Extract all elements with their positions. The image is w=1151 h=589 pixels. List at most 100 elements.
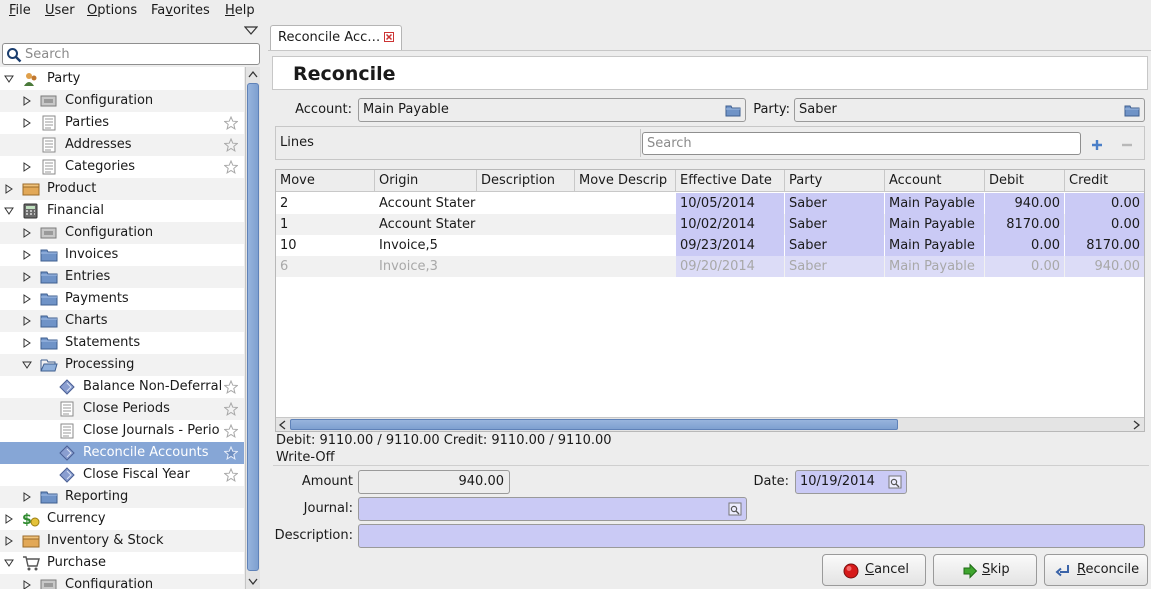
reconcile-button[interactable]: Reconcile <box>1044 554 1148 586</box>
date-field[interactable]: 10/19/2014 <box>795 470 907 494</box>
sidebar-item[interactable]: Addresses <box>0 134 244 156</box>
favorite-star-icon[interactable] <box>224 446 238 460</box>
scroll-down-icon[interactable] <box>248 576 258 586</box>
collapsed-arrow-icon[interactable] <box>22 316 32 326</box>
expanded-arrow-icon[interactable] <box>4 558 14 568</box>
table-hscroll-thumb[interactable] <box>290 419 898 430</box>
sidebar-item[interactable]: Payments <box>0 288 244 310</box>
lines-search-box[interactable] <box>642 132 1081 155</box>
column-header[interactable]: Origin <box>375 170 477 192</box>
menu-file[interactable]: File <box>9 3 31 19</box>
column-header[interactable]: Move <box>276 170 375 192</box>
menu-user[interactable]: User <box>45 3 75 19</box>
description-field[interactable] <box>358 524 1145 548</box>
party-field[interactable]: Saber <box>794 98 1145 122</box>
favorite-star-icon[interactable] <box>224 380 238 394</box>
column-header[interactable]: Description <box>477 170 575 192</box>
sidebar-item[interactable]: Inventory & Stock <box>0 530 244 552</box>
column-header[interactable]: Effective Date <box>676 170 785 192</box>
search-icon[interactable] <box>728 502 742 516</box>
folder-icon[interactable] <box>1124 103 1140 117</box>
collapsed-arrow-icon[interactable] <box>22 294 32 304</box>
collapsed-arrow-icon[interactable] <box>22 272 32 282</box>
sidebar-item[interactable]: Reconcile Accounts <box>0 442 244 464</box>
sidebar-search-input[interactable] <box>25 46 255 62</box>
calendar-icon[interactable] <box>888 475 902 489</box>
favorite-star-icon[interactable] <box>224 424 238 438</box>
sidebar-item[interactable]: Processing <box>0 354 244 376</box>
column-header[interactable]: Debit <box>985 170 1065 192</box>
sidebar-item[interactable]: Statements <box>0 332 244 354</box>
sidebar-item[interactable]: Categories <box>0 156 244 178</box>
collapsed-arrow-icon[interactable] <box>22 228 32 238</box>
sidebar-item[interactable]: Financial <box>0 200 244 222</box>
collapsed-arrow-icon[interactable] <box>22 250 32 260</box>
expanded-arrow-icon[interactable] <box>4 206 14 216</box>
collapsed-arrow-icon[interactable] <box>22 118 32 128</box>
sidebar-item[interactable]: Balance Non-Deferral <box>0 376 244 398</box>
tab-reconcile-accounts[interactable]: Reconcile Acc… <box>270 25 402 51</box>
expanded-arrow-icon[interactable] <box>4 74 14 84</box>
folder-icon[interactable] <box>725 103 741 117</box>
collapsed-arrow-icon[interactable] <box>22 492 32 502</box>
sidebar-item[interactable]: Purchase <box>0 552 244 574</box>
sidebar-item[interactable]: Close Periods <box>0 398 244 420</box>
scroll-up-icon[interactable] <box>248 70 258 80</box>
remove-icon[interactable] <box>1120 138 1134 152</box>
table-row[interactable]: 2 Account Stater 10/05/2014 Saber Main Payab… <box>276 193 1144 214</box>
close-icon[interactable] <box>384 32 394 42</box>
menu-favorites[interactable]: Favorites <box>151 3 210 19</box>
collapse-arrow-icon[interactable] <box>244 26 258 36</box>
sidebar-item[interactable]: Charts <box>0 310 244 332</box>
sidebar-item[interactable]: Party <box>0 68 244 90</box>
table-hscrollbar[interactable] <box>276 417 1144 431</box>
sidebar-scroll-thumb[interactable] <box>247 83 259 571</box>
column-header[interactable]: Credit <box>1065 170 1144 192</box>
column-header[interactable]: Move Descrip <box>575 170 676 192</box>
menu-help[interactable]: Help <box>225 3 255 19</box>
amount-field[interactable]: 940.00 <box>358 470 510 494</box>
collapsed-arrow-icon[interactable] <box>4 184 14 194</box>
collapsed-arrow-icon[interactable] <box>22 96 32 106</box>
sidebar-item[interactable]: Close Fiscal Year <box>0 464 244 486</box>
favorite-star-icon[interactable] <box>224 116 238 130</box>
favorite-star-icon[interactable] <box>224 160 238 174</box>
add-icon[interactable] <box>1090 138 1104 152</box>
expanded-arrow-icon[interactable] <box>22 360 32 370</box>
journal-field[interactable] <box>358 497 747 521</box>
sidebar-item[interactable]: Configuration <box>0 90 244 112</box>
sidebar-item[interactable]: Product <box>0 178 244 200</box>
table-row[interactable]: 10 Invoice,5 09/23/2014 Saber Main Payable 0.… <box>276 235 1144 256</box>
scroll-right-icon[interactable] <box>1131 420 1141 430</box>
sidebar-item-label: Statements <box>65 335 141 350</box>
collapsed-arrow-icon[interactable] <box>4 536 14 546</box>
lines-search-input[interactable] <box>647 135 1067 152</box>
cancel-button[interactable]: Cancel <box>822 554 926 586</box>
skip-button[interactable]: Skip <box>933 554 1037 586</box>
sidebar-scrollbar[interactable] <box>245 67 260 589</box>
sidebar-item[interactable]: Configuration <box>0 222 244 244</box>
account-field[interactable]: Main Payable <box>358 98 746 122</box>
collapsed-arrow-icon[interactable] <box>22 162 32 172</box>
favorite-star-icon[interactable] <box>224 138 238 152</box>
menu-options[interactable]: Options <box>87 3 137 19</box>
collapsed-arrow-icon[interactable] <box>4 514 14 524</box>
table-row[interactable]: 1 Account Stater 10/02/2014 Saber Main Payab… <box>276 214 1144 235</box>
table-row[interactable]: 6 Invoice,3 09/20/2014 Saber Main Payable 0.0… <box>276 256 1144 277</box>
sidebar-item[interactable]: Reporting <box>0 486 244 508</box>
scroll-left-icon[interactable] <box>278 420 288 430</box>
sidebar-item[interactable]: Invoices <box>0 244 244 266</box>
collapsed-arrow-icon[interactable] <box>22 338 32 348</box>
favorite-star-icon[interactable] <box>224 468 238 482</box>
sidebar-search-box[interactable] <box>2 43 260 65</box>
sidebar-item[interactable]: $ Currency <box>0 508 244 530</box>
sidebar-item[interactable]: Close Journals - Perio <box>0 420 244 442</box>
column-header[interactable]: Party <box>785 170 885 192</box>
collapsed-arrow-icon[interactable] <box>22 580 32 589</box>
sidebar-item[interactable]: Parties <box>0 112 244 134</box>
tab-label: Reconcile Acc… <box>278 30 381 45</box>
sidebar-item[interactable]: Configuration <box>0 574 244 589</box>
favorite-star-icon[interactable] <box>224 402 238 416</box>
sidebar-item[interactable]: Entries <box>0 266 244 288</box>
column-header[interactable]: Account <box>885 170 985 192</box>
